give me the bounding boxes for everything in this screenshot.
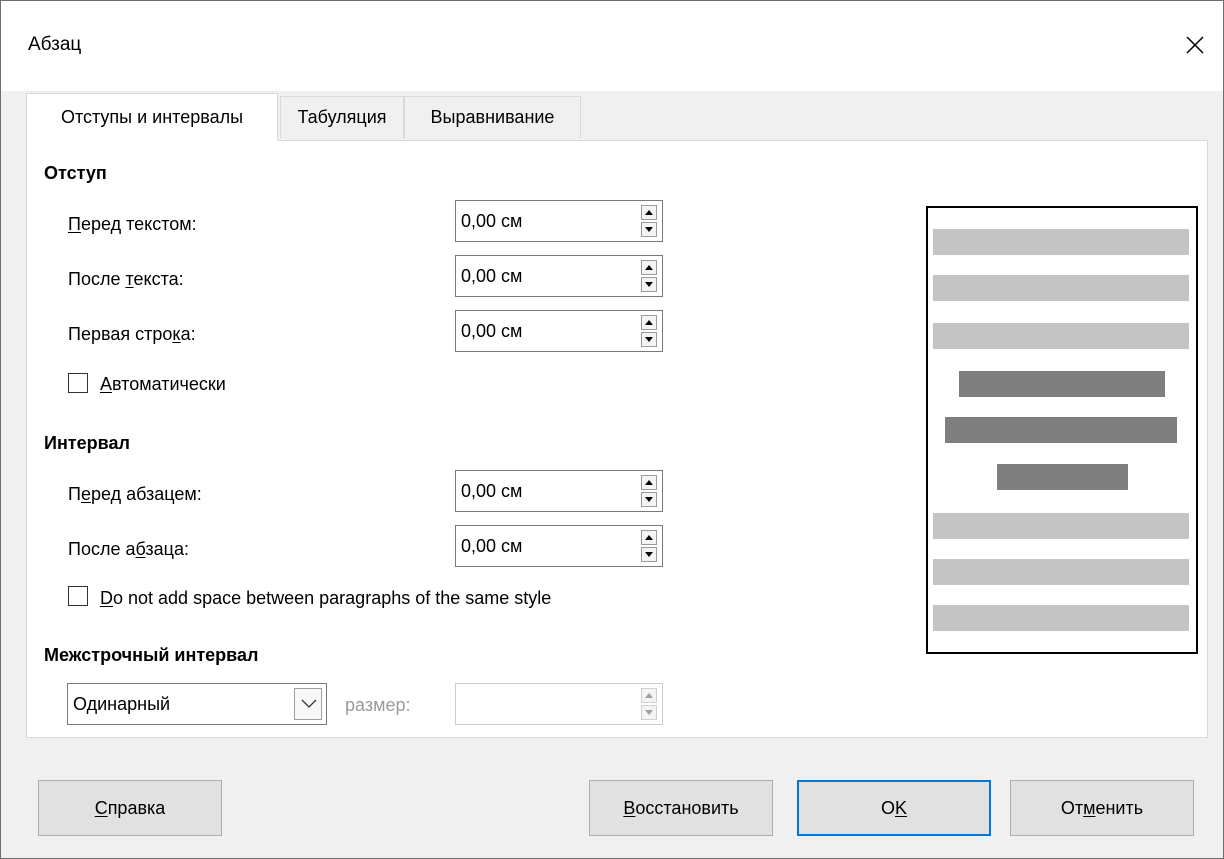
spacing-section-title: Интервал xyxy=(44,433,130,453)
spin-up-icon[interactable] xyxy=(641,315,657,330)
spin-down-icon[interactable] xyxy=(641,492,657,507)
spin-down-icon[interactable] xyxy=(641,222,657,237)
preview-line-current xyxy=(945,417,1177,443)
preview-line xyxy=(933,323,1189,349)
indent-section-title: Отступ xyxy=(44,163,107,183)
before-paragraph-value: 0,00 см xyxy=(461,481,523,501)
help-button[interactable]: Справка xyxy=(38,780,222,836)
size-spinbox[interactable] xyxy=(455,683,663,725)
dropdown-button[interactable] xyxy=(294,688,322,720)
tab-indents-spacing[interactable]: Отступы и интервалы xyxy=(26,93,278,141)
spin-up-icon[interactable] xyxy=(641,688,657,703)
no-space-checkbox[interactable] xyxy=(68,586,88,606)
cancel-button[interactable]: Отменить xyxy=(1010,780,1194,836)
spin-down-icon[interactable] xyxy=(641,277,657,292)
after-paragraph-spinbox[interactable]: 0,00 см xyxy=(455,525,663,567)
paragraph-preview xyxy=(926,206,1198,654)
tab-alignment[interactable]: Выравнивание xyxy=(404,96,581,138)
after-text-spinbox[interactable]: 0,00 см xyxy=(455,255,663,297)
after-paragraph-label: После абзаца: xyxy=(68,539,189,559)
after-paragraph-value: 0,00 см xyxy=(461,536,523,556)
before-text-label: Перед текстом: xyxy=(68,214,197,234)
spin-down-icon[interactable] xyxy=(641,332,657,347)
dialog-title: Абзац xyxy=(28,34,82,55)
line-spacing-value: Одинарный xyxy=(73,694,171,714)
spin-down-icon[interactable] xyxy=(641,547,657,562)
spin-up-icon[interactable] xyxy=(641,475,657,490)
before-text-value: 0,00 см xyxy=(461,211,523,231)
reset-button[interactable]: Восстановить xyxy=(589,780,773,836)
auto-checkbox-label[interactable]: Автоматически xyxy=(100,374,226,395)
preview-line xyxy=(933,275,1189,301)
preview-line-current xyxy=(959,371,1165,397)
first-line-spinbox[interactable]: 0,00 см xyxy=(455,310,663,352)
size-label: размер: xyxy=(345,695,411,715)
line-spacing-select[interactable]: Одинарный xyxy=(67,683,327,725)
spin-up-icon[interactable] xyxy=(641,205,657,220)
before-paragraph-label: Перед абзацем: xyxy=(68,484,202,504)
ok-button[interactable]: OK xyxy=(797,780,991,836)
preview-line xyxy=(933,605,1189,631)
spin-up-icon[interactable] xyxy=(641,530,657,545)
before-text-spinbox[interactable]: 0,00 см xyxy=(455,200,663,242)
spin-down-icon[interactable] xyxy=(641,705,657,720)
close-button[interactable] xyxy=(1173,23,1217,67)
no-space-checkbox-label[interactable]: Do not add space between paragraphs of t… xyxy=(100,588,551,609)
preview-line-current xyxy=(997,464,1128,490)
line-spacing-section-title: Межстрочный интервал xyxy=(44,645,259,665)
first-line-value: 0,00 см xyxy=(461,321,523,341)
auto-checkbox[interactable] xyxy=(68,373,88,393)
close-icon xyxy=(1186,36,1204,54)
preview-line xyxy=(933,229,1189,255)
chevron-down-icon xyxy=(301,699,317,708)
after-text-label: После текста: xyxy=(68,269,184,289)
preview-line xyxy=(933,513,1189,539)
title-bar: Абзац xyxy=(1,1,1223,91)
after-text-value: 0,00 см xyxy=(461,266,523,286)
preview-line xyxy=(933,559,1189,585)
first-line-label: Первая строка: xyxy=(68,324,196,344)
spin-up-icon[interactable] xyxy=(641,260,657,275)
before-paragraph-spinbox[interactable]: 0,00 см xyxy=(455,470,663,512)
tab-tabs[interactable]: Табуляция xyxy=(280,96,404,138)
